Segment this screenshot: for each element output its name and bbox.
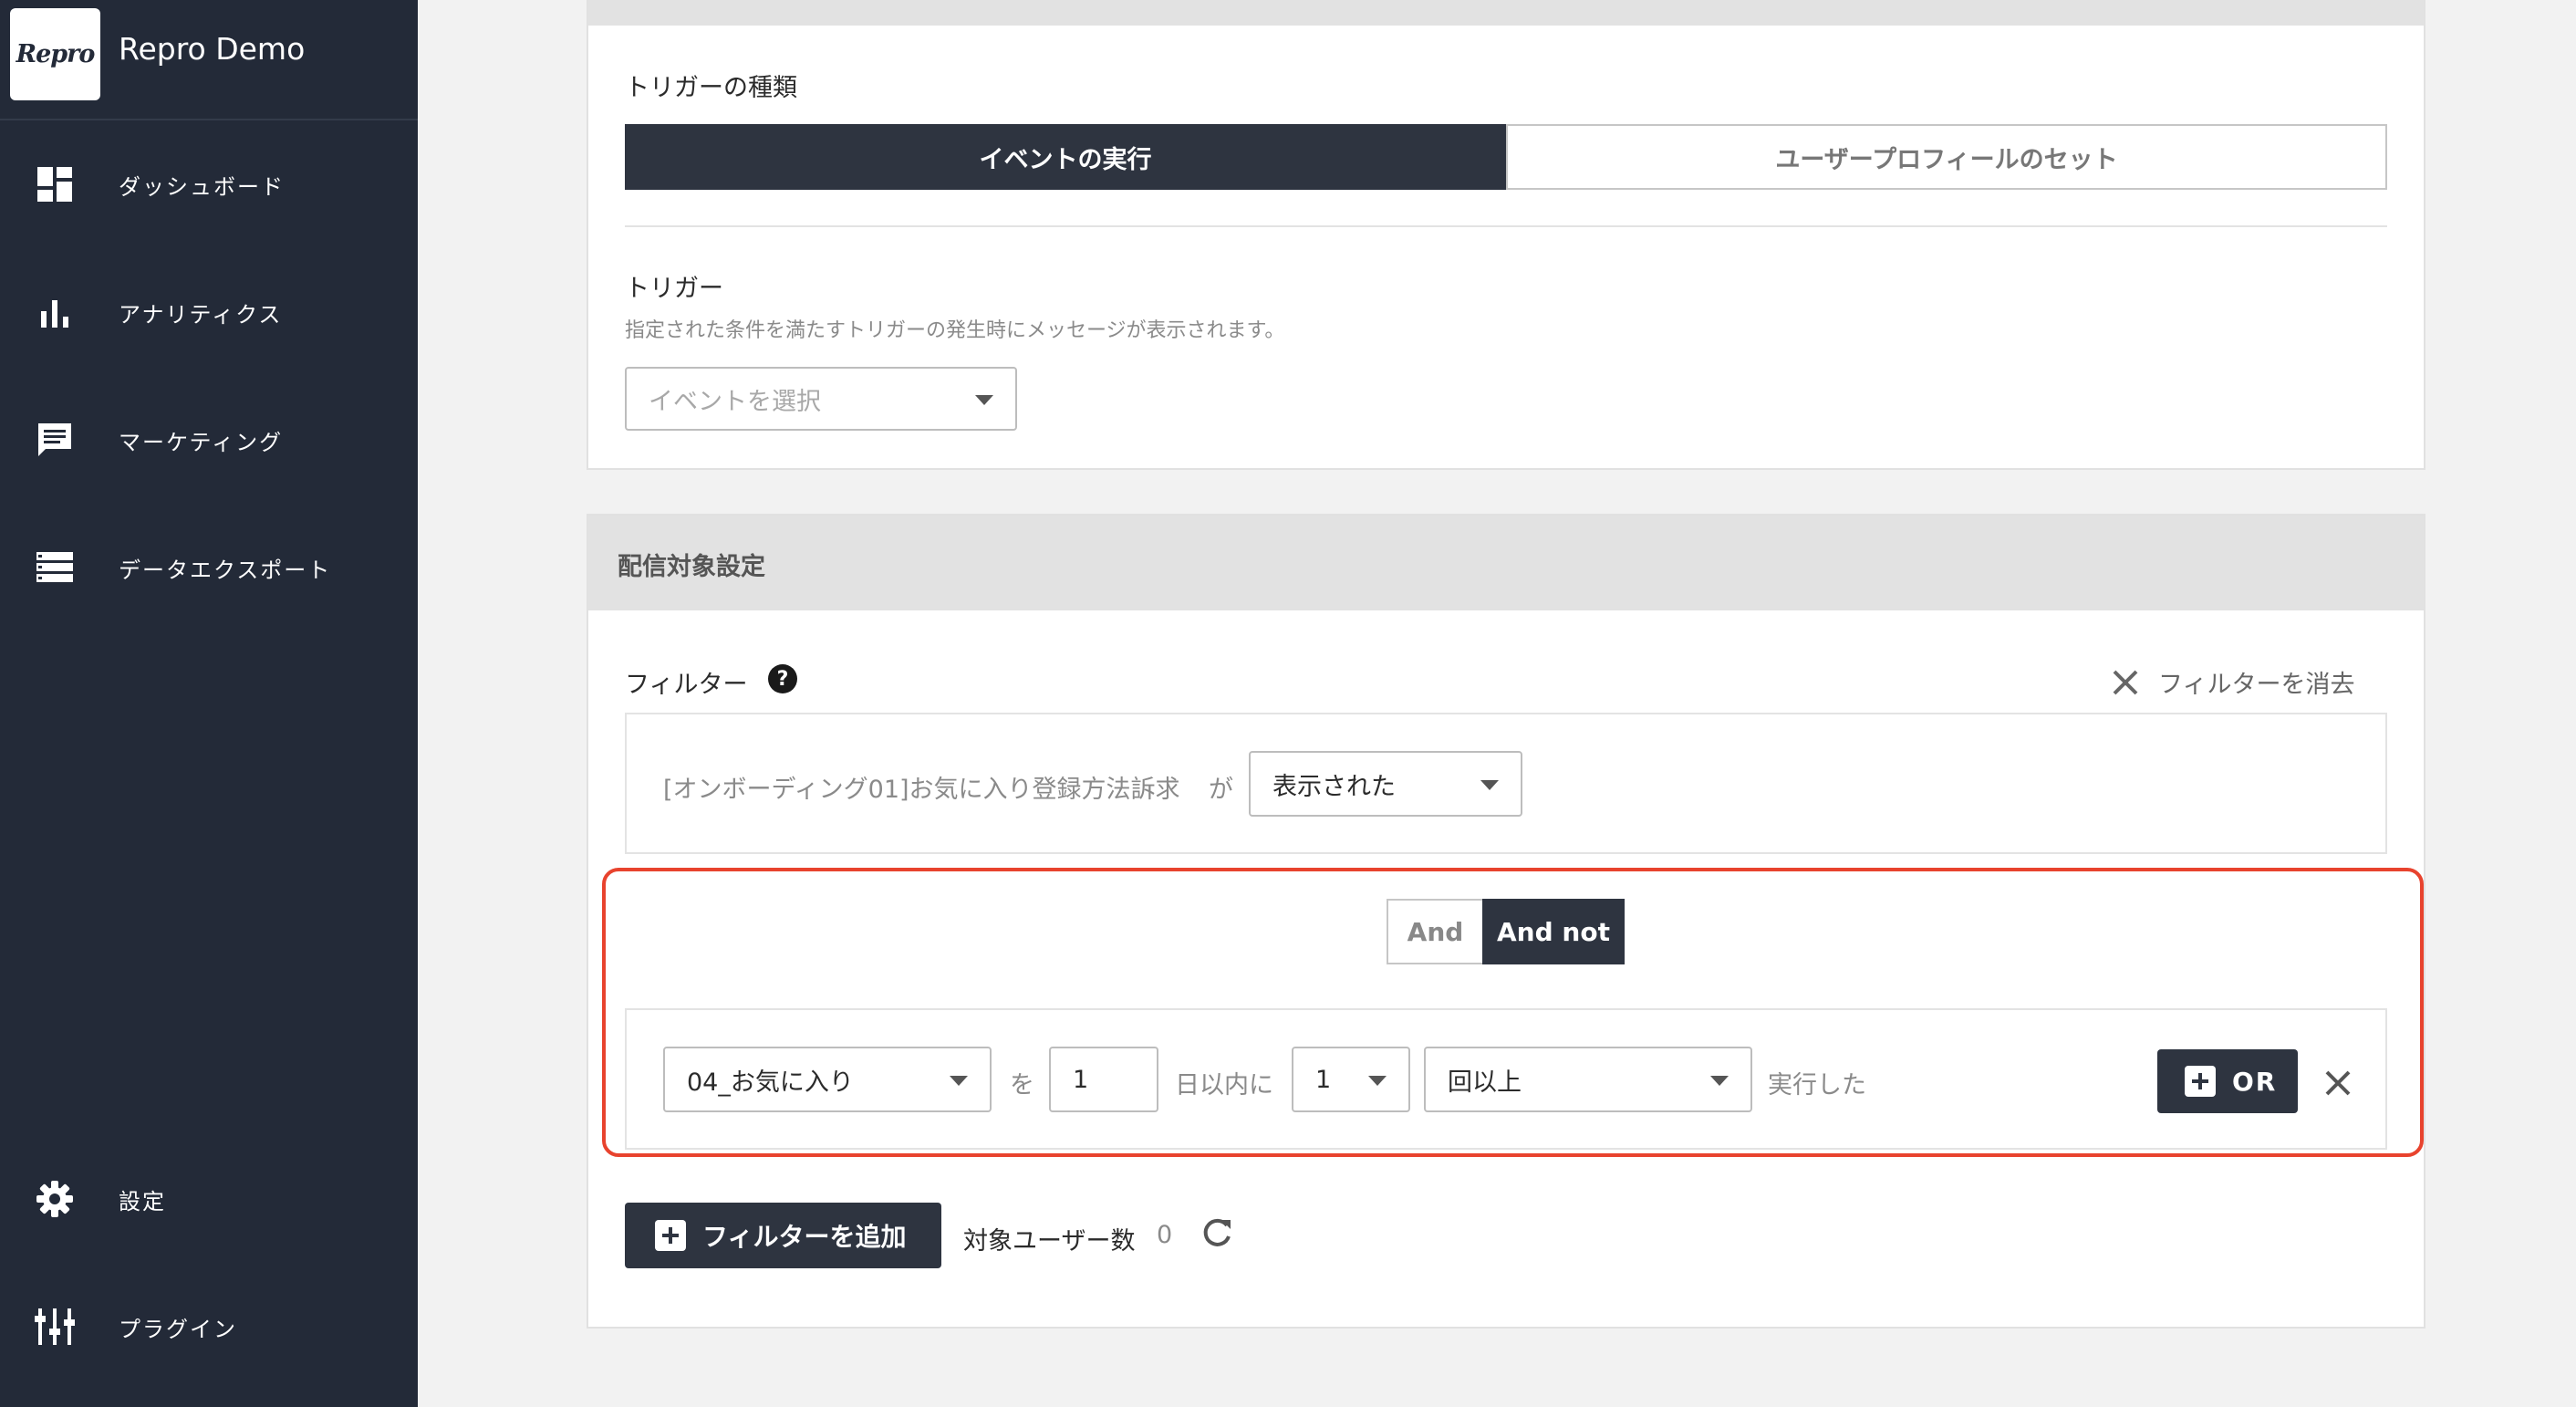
dashboard-icon: [35, 164, 75, 204]
filter-label: フィルター: [625, 671, 748, 699]
condition-particle: が: [1209, 776, 1233, 804]
target-users-count: 0: [1157, 1221, 1173, 1249]
clear-filter-button[interactable]: フィルターを消去: [2111, 664, 2354, 700]
sidebar-item-plugins[interactable]: プラグイン: [0, 1281, 418, 1372]
chevron-down-icon: [1710, 1076, 1729, 1086]
particle-wo: を: [1010, 1071, 1034, 1100]
divider: [625, 225, 2387, 227]
trigger-type-user-profile[interactable]: ユーザープロフィールのセット: [1506, 124, 2387, 190]
filter-condition-1: [オンボーディング01]お気に入り登録方法訴求 が 表示された: [625, 713, 2387, 854]
chevron-down-icon: [1368, 1076, 1387, 1086]
status-select-value: 表示された: [1272, 772, 1396, 801]
trigger-label: トリガー: [625, 275, 723, 303]
condition-subject: [オンボーディング01]お気に入り登録方法訴求: [663, 776, 1180, 804]
trigger-type-user-profile-label: ユーザープロフィールのセット: [1775, 145, 2118, 174]
event-select-placeholder: イベントを選択: [649, 387, 821, 416]
sidebar-item-label: ダッシュボード: [119, 173, 285, 200]
previous-panel-header: [587, 0, 2425, 27]
sidebar-item-dashboard[interactable]: ダッシュボード: [0, 139, 418, 230]
days-suffix: 日以内に: [1175, 1071, 1273, 1100]
sidebar-item-data-export[interactable]: データエクスポート: [0, 522, 418, 613]
question-circle-icon[interactable]: ?: [768, 664, 797, 693]
action-label: 実行した: [1768, 1071, 1866, 1100]
targeting-header-title: 配信対象設定: [618, 553, 765, 581]
list-icon: [35, 547, 75, 588]
app-title: Repro Demo: [119, 31, 306, 67]
trigger-type-event-label: イベントの実行: [979, 145, 1152, 174]
sidebar-item-settings[interactable]: 設定: [0, 1153, 418, 1245]
plus-icon: [2185, 1066, 2216, 1097]
comparison-value: 回以上: [1448, 1068, 1522, 1097]
sidebar-item-label: マーケティング: [119, 429, 284, 455]
sidebar-item-label: 設定: [119, 1188, 166, 1214]
comparison-select[interactable]: 回以上: [1424, 1047, 1752, 1112]
gear-icon: [35, 1179, 75, 1219]
combinator-and-not[interactable]: And not: [1482, 899, 1625, 964]
chevron-down-icon: [1480, 780, 1499, 790]
count-value: 1: [1315, 1065, 1332, 1094]
plugin-sliders-icon: [35, 1307, 75, 1347]
remove-condition-icon[interactable]: [2323, 1068, 2353, 1098]
sidebar-item-marketing[interactable]: マーケティング: [0, 394, 418, 485]
trigger-type-label: トリガーの種類: [625, 74, 797, 102]
sidebar-item-label: アナリティクス: [119, 301, 283, 328]
add-filter-label: フィルターを追加: [702, 1222, 907, 1252]
trigger-type-event[interactable]: イベントの実行: [625, 124, 1506, 190]
sidebar-divider: [0, 119, 418, 120]
sidebar-item-label: データエクスポート: [119, 557, 332, 583]
sidebar-item-label: プラグイン: [119, 1316, 237, 1342]
trigger-description: 指定された条件を満たすトリガーの発生時にメッセージが表示されます。: [625, 319, 1285, 342]
add-filter-button[interactable]: フィルターを追加: [625, 1203, 941, 1268]
logo-text: Repro: [16, 40, 96, 68]
targeting-header: 配信対象設定: [587, 514, 2425, 610]
bar-chart-icon: [35, 292, 75, 332]
count-select[interactable]: 1: [1292, 1047, 1410, 1112]
filter-condition-2: 04_お気に入り を 1 日以内に 1 回以上 実行した OR: [625, 1008, 2387, 1150]
event-select[interactable]: イベントを選択: [625, 367, 1017, 431]
combinator-and-label: And: [1407, 916, 1464, 947]
days-value: 1: [1073, 1065, 1089, 1094]
event-name-value: 04_お気に入り: [687, 1068, 854, 1097]
message-icon: [35, 420, 75, 460]
event-name-select[interactable]: 04_お気に入り: [663, 1047, 992, 1112]
chevron-down-icon: [975, 395, 993, 405]
combinator-and-not-label: And not: [1497, 916, 1610, 947]
days-input[interactable]: 1: [1049, 1047, 1158, 1112]
sidebar-item-analytics[interactable]: アナリティクス: [0, 266, 418, 358]
refresh-icon[interactable]: [1200, 1216, 1234, 1251]
target-users-label: 対象ユーザー数: [963, 1227, 1136, 1256]
clear-filter-label: フィルターを消去: [2158, 671, 2355, 699]
combinator-and[interactable]: And: [1387, 899, 1482, 964]
close-icon: [2113, 670, 2138, 694]
status-select[interactable]: 表示された: [1249, 751, 1522, 817]
add-or-label: OR: [2232, 1066, 2278, 1097]
chevron-down-icon: [950, 1076, 968, 1086]
add-or-button[interactable]: OR: [2157, 1049, 2298, 1113]
sidebar: Repro Repro Demo ダッシュボード アナリティクス マーケティング…: [0, 0, 418, 1407]
plus-icon: [655, 1220, 686, 1251]
repro-logo[interactable]: Repro: [10, 8, 100, 100]
